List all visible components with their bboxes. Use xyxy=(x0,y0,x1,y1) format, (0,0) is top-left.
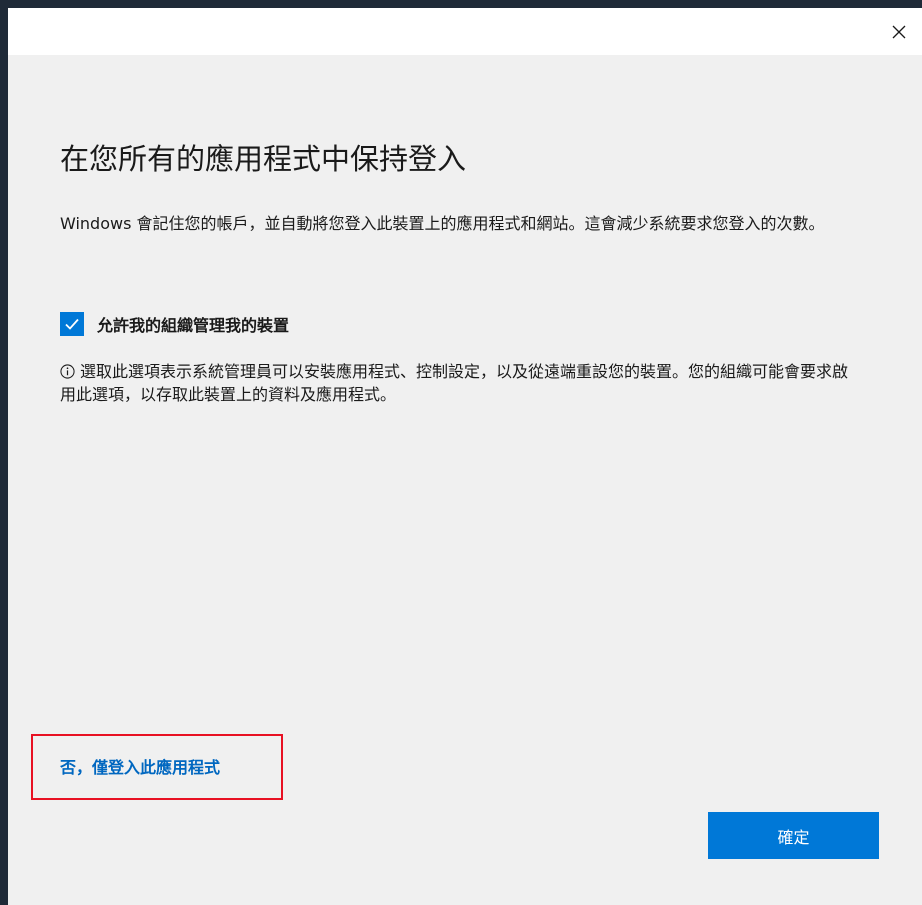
sign-in-dialog: 在您所有的應用程式中保持登入 Windows 會記住您的帳戶，並自動將您登入此裝… xyxy=(8,8,922,905)
info-note: 選取此選項表示系統管理員可以安裝應用程式、控制設定，以及從遠端重設您的裝置。您的… xyxy=(60,360,860,406)
ok-button[interactable]: 確定 xyxy=(708,812,879,859)
checkmark-icon xyxy=(65,318,79,330)
close-button[interactable] xyxy=(876,8,922,55)
manage-device-checkbox-label: 允許我的組織管理我的裝置 xyxy=(97,316,290,335)
sign-in-this-app-only-link[interactable]: 否，僅登入此應用程式 xyxy=(60,754,220,778)
window-frame-top xyxy=(0,0,922,8)
manage-device-checkbox-row[interactable]: 允許我的組織管理我的裝置 xyxy=(60,312,289,336)
description-text: Windows 會記住您的帳戶，並自動將您登入此裝置上的應用程式和網站。這會減少… xyxy=(60,214,825,233)
close-icon xyxy=(892,25,906,38)
info-text: 選取此選項表示系統管理員可以安裝應用程式、控制設定，以及從遠端重設您的裝置。您的… xyxy=(60,362,849,404)
info-icon xyxy=(60,364,75,379)
page-title: 在您所有的應用程式中保持登入 xyxy=(60,142,467,176)
title-bar xyxy=(8,8,922,55)
window-frame-left xyxy=(0,8,8,905)
manage-device-checkbox[interactable] xyxy=(60,312,84,336)
